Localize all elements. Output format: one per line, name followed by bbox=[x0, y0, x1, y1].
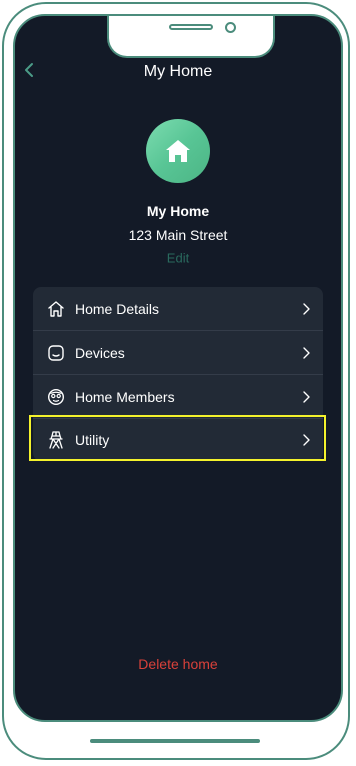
menu-item-utility[interactable]: Utility bbox=[33, 418, 323, 461]
home-name: My Home bbox=[146, 203, 210, 219]
house-outline-icon bbox=[47, 300, 65, 318]
camera-icon bbox=[225, 22, 236, 33]
menu-item-label: Devices bbox=[75, 344, 125, 361]
home-avatar bbox=[146, 119, 210, 183]
page-title: My Home bbox=[143, 63, 213, 80]
menu-item-devices[interactable]: Devices bbox=[33, 331, 323, 375]
members-icon bbox=[47, 388, 65, 406]
device-icon bbox=[47, 344, 65, 362]
menu-item-label: Utility bbox=[75, 431, 110, 448]
chevron-right-icon bbox=[301, 302, 311, 316]
menu-item-label: Home Members bbox=[75, 388, 175, 405]
edit-home-link[interactable]: Edit bbox=[0, 251, 356, 266]
house-icon bbox=[166, 140, 190, 162]
menu-item-home-members[interactable]: Home Members bbox=[33, 375, 323, 419]
chevron-right-icon bbox=[301, 433, 311, 447]
speaker-icon bbox=[169, 24, 213, 30]
home-settings-menu: Home Details Devices Home Members Utilit… bbox=[33, 287, 323, 461]
delete-home-button[interactable]: Delete home bbox=[0, 656, 356, 672]
chevron-right-icon bbox=[301, 390, 311, 404]
menu-item-home-details[interactable]: Home Details bbox=[33, 287, 323, 331]
chevron-right-icon bbox=[301, 346, 311, 360]
home-indicator bbox=[90, 739, 260, 743]
phone-notch bbox=[107, 16, 275, 58]
power-tower-icon bbox=[47, 431, 65, 449]
home-address: 123 Main Street bbox=[128, 227, 228, 243]
menu-item-label: Home Details bbox=[75, 300, 160, 317]
